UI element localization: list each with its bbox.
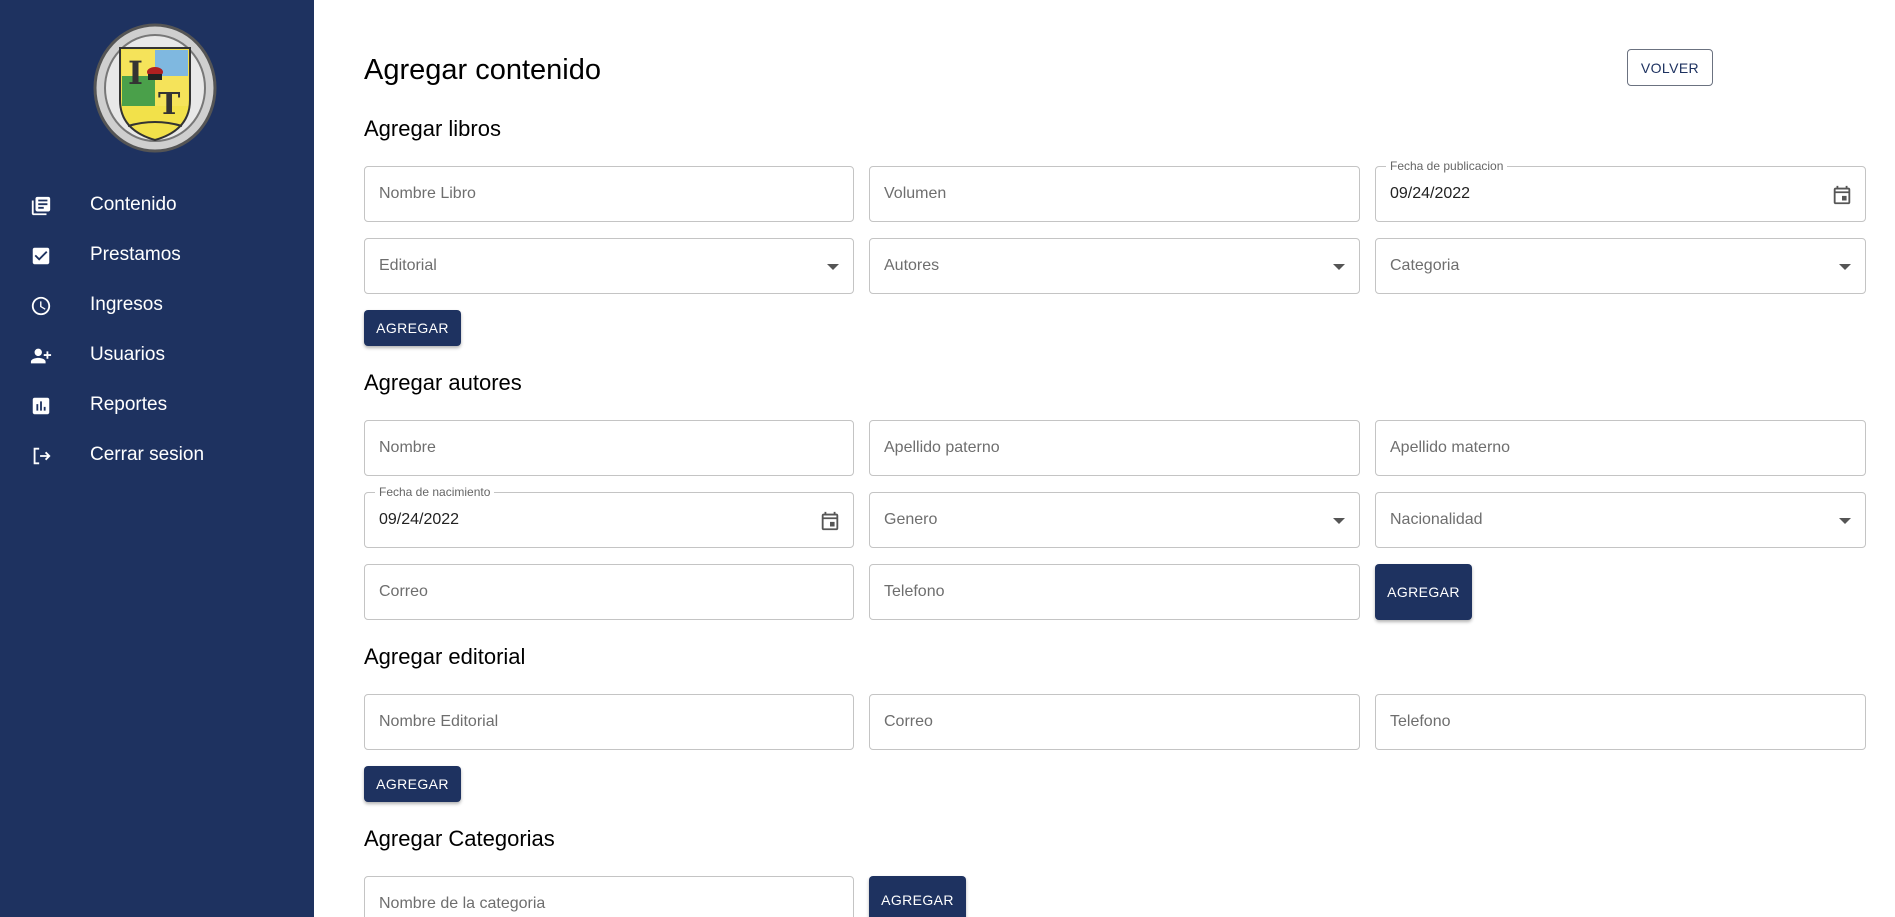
- publisher-name-field[interactable]: Nombre Editorial: [364, 694, 854, 750]
- dropdown-arrow-icon: [1333, 264, 1345, 270]
- author-email-field[interactable]: Correo: [364, 564, 854, 620]
- sidebar-item-label: Cerrar sesion: [90, 444, 205, 465]
- nationality-select[interactable]: Nacionalidad: [1375, 492, 1866, 548]
- page-title: Agregar contenido: [364, 54, 601, 86]
- bar-chart-icon: [30, 395, 52, 417]
- author-name-placeholder: Nombre: [379, 439, 436, 456]
- author-name-field[interactable]: Nombre: [364, 420, 854, 476]
- editorial-select[interactable]: Editorial: [364, 238, 854, 294]
- calendar-icon[interactable]: [819, 510, 841, 532]
- main-content: Agregar contenido VOLVER Agregar libros …: [314, 0, 1895, 917]
- paternal-surname-placeholder: Apellido paterno: [884, 439, 1000, 456]
- sidebar-item-label: Contenido: [90, 194, 177, 215]
- add-category-button[interactable]: AGREGAR: [869, 876, 966, 917]
- publication-date-value: 09/24/2022: [1390, 185, 1471, 202]
- category-select[interactable]: Categoria: [1375, 238, 1866, 294]
- add-author-button[interactable]: AGREGAR: [1375, 564, 1472, 620]
- author-phone-field[interactable]: Telefono: [869, 564, 1360, 620]
- category-placeholder: Categoria: [1390, 257, 1460, 274]
- authors-select[interactable]: Autores: [869, 238, 1360, 294]
- section-title-categorias: Agregar Categorias: [364, 826, 555, 851]
- library-books-icon: [30, 195, 52, 217]
- birth-date-label: Fecha de nacimiento: [375, 485, 495, 499]
- section-title-autores: Agregar autores: [364, 370, 522, 395]
- paternal-surname-field[interactable]: Apellido paterno: [869, 420, 1360, 476]
- add-book-button[interactable]: AGREGAR: [364, 310, 461, 346]
- authors-placeholder: Autores: [884, 257, 940, 274]
- publication-date-label: Fecha de publicacion: [1386, 159, 1508, 173]
- section-title-libros: Agregar libros: [364, 116, 501, 141]
- publisher-email-field[interactable]: Correo: [869, 694, 1360, 750]
- publisher-phone-field[interactable]: Telefono: [1375, 694, 1866, 750]
- dropdown-arrow-icon: [1333, 518, 1345, 524]
- publisher-email-placeholder: Correo: [884, 713, 933, 730]
- logout-icon: [30, 445, 52, 467]
- dropdown-arrow-icon: [1839, 264, 1851, 270]
- section-title-editorial: Agregar editorial: [364, 644, 526, 669]
- sidebar-item-label: Reportes: [90, 394, 168, 415]
- gender-placeholder: Genero: [884, 511, 938, 528]
- volume-field[interactable]: Volumen: [869, 166, 1360, 222]
- publication-date-field[interactable]: Fecha de publicacion 09/24/2022: [1375, 159, 1866, 222]
- editorial-placeholder: Editorial: [379, 257, 437, 274]
- dropdown-arrow-icon: [827, 264, 839, 270]
- sidebar-item-contenido[interactable]: Contenido: [0, 180, 314, 230]
- author-email-placeholder: Correo: [379, 583, 428, 600]
- sidebar-item-label: Usuarios: [90, 344, 165, 365]
- back-button[interactable]: VOLVER: [1627, 49, 1713, 86]
- publisher-name-placeholder: Nombre Editorial: [379, 713, 499, 730]
- nationality-placeholder: Nacionalidad: [1390, 511, 1483, 528]
- sidebar-item-ingresos[interactable]: Ingresos: [0, 280, 314, 330]
- volume-placeholder: Volumen: [884, 185, 947, 202]
- author-phone-placeholder: Telefono: [884, 583, 945, 600]
- app-root: I T Contenido Prestamos Ingresos Usuario…: [0, 0, 1895, 917]
- book-name-placeholder: Nombre Libro: [379, 185, 476, 202]
- svg-text:I: I: [128, 54, 143, 92]
- category-name-placeholder: Nombre de la categoria: [379, 895, 546, 912]
- institution-crest-icon: I T: [92, 22, 218, 154]
- book-name-field[interactable]: Nombre Libro: [364, 166, 854, 222]
- category-name-field[interactable]: Nombre de la categoria: [364, 876, 854, 917]
- sidebar-item-cerrar-sesion[interactable]: Cerrar sesion: [0, 430, 314, 480]
- dropdown-arrow-icon: [1839, 518, 1851, 524]
- sidebar-item-reportes[interactable]: Reportes: [0, 380, 314, 430]
- gender-select[interactable]: Genero: [869, 492, 1360, 548]
- birth-date-field[interactable]: Fecha de nacimiento 09/24/2022: [364, 485, 854, 548]
- svg-text:T: T: [158, 87, 181, 122]
- sidebar-item-prestamos[interactable]: Prestamos: [0, 230, 314, 280]
- person-add-icon: [30, 345, 52, 367]
- clock-icon: [30, 295, 52, 317]
- sidebar-item-usuarios[interactable]: Usuarios: [0, 330, 314, 380]
- add-publisher-button[interactable]: AGREGAR: [364, 766, 461, 802]
- sidebar-item-label: Prestamos: [90, 244, 181, 265]
- maternal-surname-field[interactable]: Apellido materno: [1375, 420, 1866, 476]
- sidebar: I T Contenido Prestamos Ingresos Usuario…: [0, 0, 314, 917]
- maternal-surname-placeholder: Apellido materno: [1390, 439, 1511, 456]
- birth-date-value: 09/24/2022: [379, 511, 460, 528]
- publisher-phone-placeholder: Telefono: [1390, 713, 1451, 730]
- calendar-icon[interactable]: [1831, 184, 1853, 206]
- check-box-icon: [30, 245, 52, 267]
- sidebar-item-label: Ingresos: [90, 294, 163, 315]
